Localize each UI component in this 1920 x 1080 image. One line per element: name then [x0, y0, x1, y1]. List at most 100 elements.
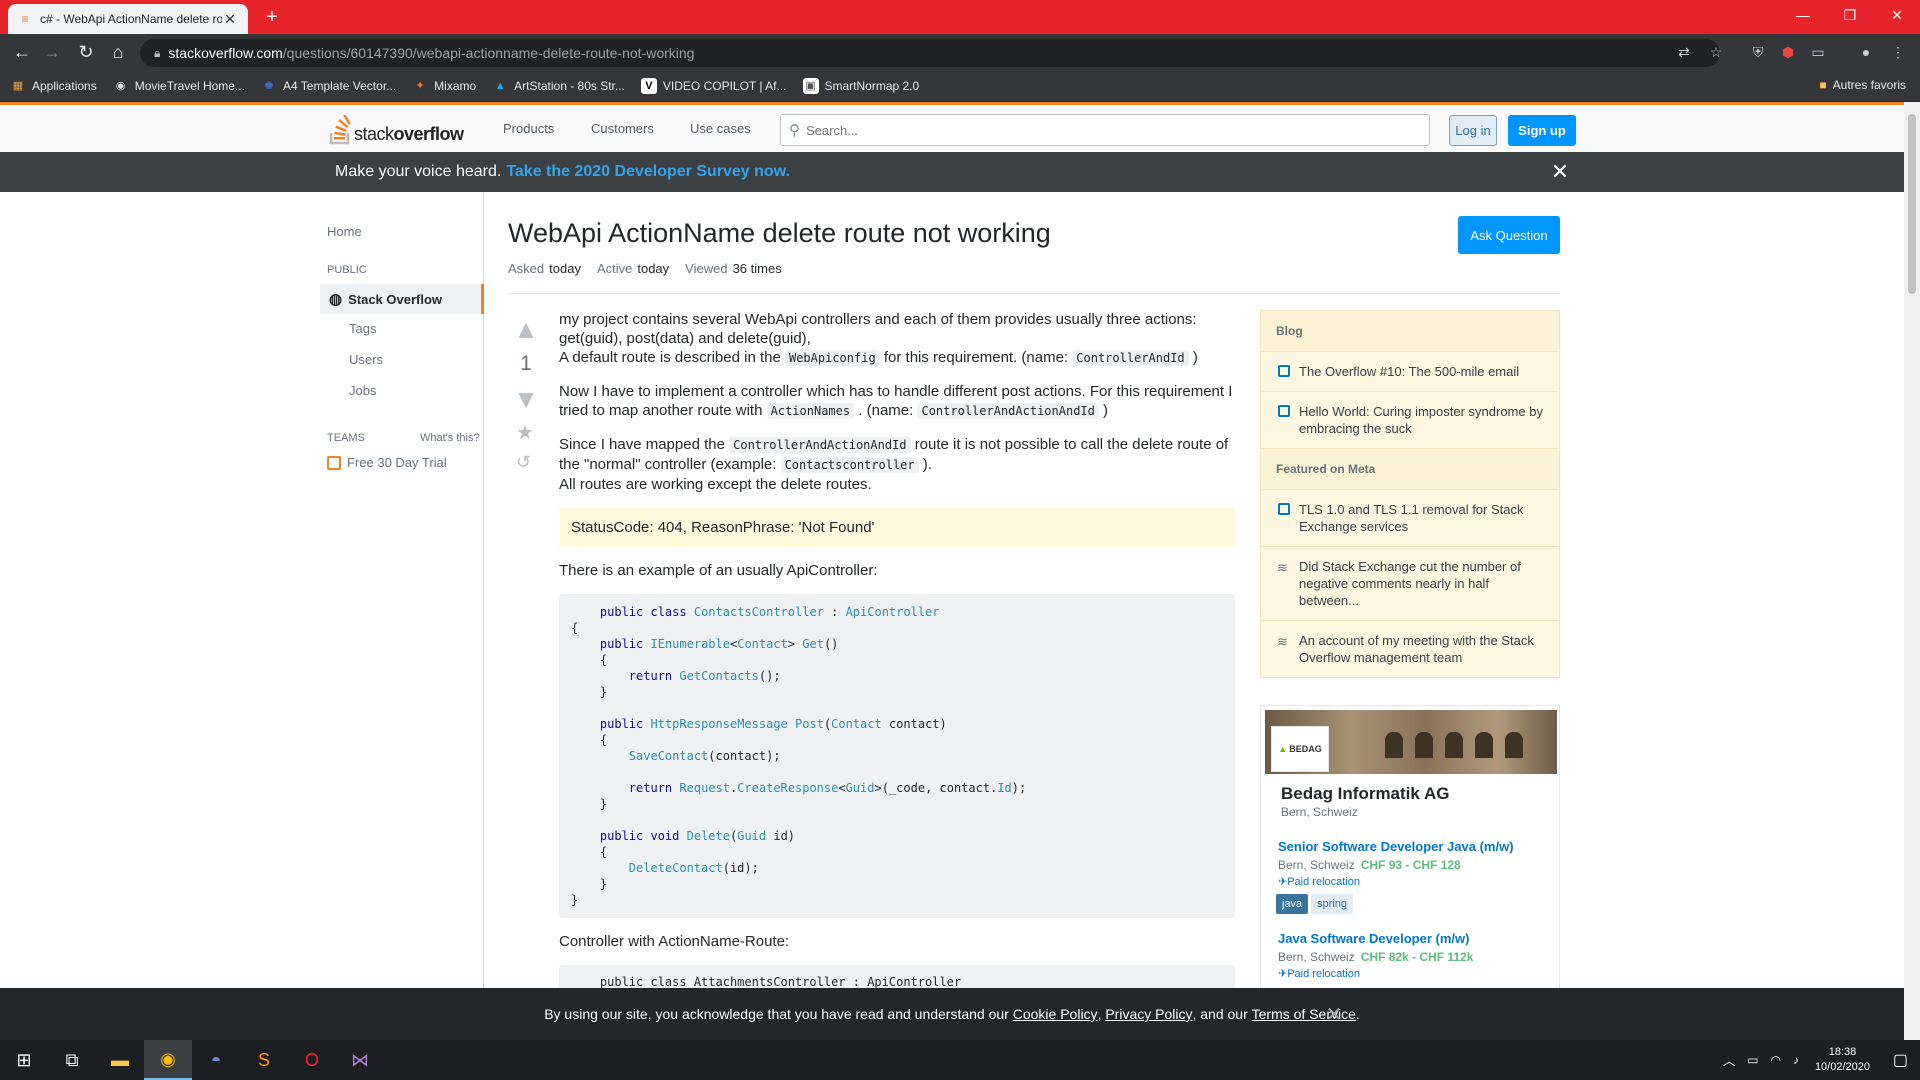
post-paragraph: Since I have mapped the ControllerAndAct… [559, 436, 1229, 493]
visual-studio-icon[interactable]: ⋈ [336, 1040, 384, 1080]
reload-icon[interactable]: ↻ [72, 38, 100, 66]
code-block[interactable]: public class AttachmentsController : Api… [559, 965, 1235, 989]
free-trial-link[interactable]: Free 30 Day Trial [327, 455, 447, 470]
cast-icon[interactable]: ▭ [1808, 42, 1828, 62]
blog-widget: Blog The Overflow #10: The 500-mile emai… [1260, 310, 1560, 678]
cookie-close-icon[interactable]: ✕ [1322, 1002, 1346, 1026]
battery-icon[interactable]: ▭ [1747, 1053, 1758, 1067]
nav-products[interactable]: Products [503, 121, 554, 136]
clock[interactable]: 18:38 10/02/2020 [1815, 1045, 1870, 1075]
new-tab-icon[interactable]: + [260, 6, 284, 30]
bookmark-star-icon[interactable]: ☆ [1706, 42, 1726, 62]
cookie-policy-link[interactable]: Cookie Policy [1013, 1006, 1098, 1022]
meta-item[interactable]: TLS 1.0 and TLS 1.1 removal for Stack Ex… [1261, 490, 1559, 547]
meta-item[interactable]: ≋ Did Stack Exchange cut the number of n… [1261, 547, 1559, 621]
tab-close-icon[interactable]: ✕ [222, 11, 238, 28]
sublime-text-icon[interactable]: S [240, 1040, 288, 1080]
extension-icon[interactable]: ⛨ [1748, 42, 1768, 62]
search-input[interactable] [806, 122, 1429, 138]
relocation-icon: ✈︎ [1278, 968, 1288, 980]
free-trial-label: Free 30 Day Trial [347, 455, 447, 470]
browser-tab[interactable]: ≡ c# - WebApi ActionName delete route no… [8, 4, 248, 34]
nav-stack-overflow[interactable]: ◍ Stack Overflow [320, 284, 484, 314]
chrome-taskbar-icon[interactable]: ◉ [144, 1040, 192, 1080]
job-ad: ▲ BEDAG Bedag Informatik AG Bern, Schweiz… [1260, 705, 1560, 1025]
history-icon[interactable]: ↺ [516, 452, 531, 473]
active-value[interactable]: today [637, 261, 669, 276]
restore-icon[interactable]: ❐ [1827, 0, 1873, 30]
privacy-policy-link[interactable]: Privacy Policy [1105, 1006, 1192, 1022]
downvote-icon[interactable]: ▼ [510, 386, 542, 412]
banner-close-icon[interactable]: ✕ [1548, 160, 1572, 184]
job-relocation: ✈︎Paid relocation [1278, 876, 1360, 888]
favorite-star-icon[interactable]: ★ [516, 420, 534, 445]
inline-code: WebApiconfig [784, 350, 880, 366]
tag-java[interactable]: java [1276, 894, 1309, 914]
other-bookmarks[interactable]: ■ Autres favoris [1819, 78, 1906, 92]
home-icon[interactable]: ⌂ [104, 38, 132, 66]
blog-item[interactable]: Hello World: Curing imposter syndrome by… [1261, 392, 1559, 449]
stackoverflow-logo[interactable]: stackoverflow [328, 115, 464, 145]
code-block[interactable]: public class ContactsController : ApiCon… [559, 594, 1235, 918]
bookmark-item[interactable]: ◉ MovieTravel Home... [113, 78, 245, 94]
survey-link[interactable]: Take the 2020 Developer Survey now. [506, 163, 790, 181]
minimize-icon[interactable]: — [1780, 0, 1826, 30]
search-box[interactable]: ⚲ [780, 114, 1430, 146]
nav-users[interactable]: Users [349, 352, 383, 367]
question-title[interactable]: WebApi ActionName delete route not worki… [508, 218, 1051, 249]
login-button[interactable]: Log in [1449, 115, 1497, 146]
job-salary: CHF 82k - CHF 112k [1360, 950, 1474, 964]
nav-jobs[interactable]: Jobs [349, 383, 376, 398]
adblock-icon[interactable]: ⬢ [1778, 42, 1798, 62]
job-title[interactable]: Senior Software Developer Java (m/w) [1278, 839, 1514, 854]
job-title[interactable]: Java Software Developer (m/w) [1278, 931, 1469, 946]
notifications-icon[interactable]: ▢ [1893, 1050, 1908, 1070]
signup-button[interactable]: Sign up [1508, 115, 1576, 146]
ask-question-button[interactable]: Ask Question [1458, 216, 1560, 254]
file-explorer-icon[interactable]: ▬ [96, 1040, 144, 1080]
address-bar[interactable]: 🔒︎ stackoverflow.com /questions/60147390… [140, 39, 1720, 67]
tag-spring[interactable]: spring [1311, 894, 1353, 914]
tray-chevron-icon[interactable]: ︿ [1723, 1052, 1735, 1069]
teams-icon [327, 455, 341, 470]
wifi-icon[interactable]: ◠ [1770, 1053, 1780, 1067]
nav-use-cases[interactable]: Use cases [690, 121, 751, 136]
job-location: Bern, Schweiz CHF 82k - CHF 112k [1278, 950, 1474, 964]
task-view-icon[interactable]: ⧉ [48, 1040, 96, 1080]
windows-start-icon[interactable]: ⊞ [0, 1040, 48, 1080]
left-sidebar: Home PUBLIC ◍ Stack Overflow Tags Users … [320, 192, 484, 992]
window-close-icon[interactable]: ✕ [1874, 0, 1920, 30]
url-domain: stackoverflow.com [168, 45, 283, 61]
cookie-text: By using our site, you acknowledge that … [544, 1006, 1009, 1022]
company-location: Bern, Schweiz [1281, 805, 1358, 819]
bookmark-item[interactable]: ▦ Applications [10, 78, 97, 94]
upvote-icon[interactable]: ▲ [510, 316, 542, 342]
bookmark-item[interactable]: ▲ ArtStation - 80s Str... [492, 78, 625, 94]
bookmark-item[interactable]: ▣ SmartNormap 2.0 [802, 77, 919, 94]
blog-item[interactable]: The Overflow #10: The 500-mile email [1261, 352, 1559, 392]
globe-icon: ◍ [329, 291, 343, 308]
bookmark-item[interactable]: ✦ Mixamo [412, 78, 477, 94]
nav-stack-overflow-label: Stack Overflow [348, 291, 443, 307]
scrollbar-thumb[interactable] [1908, 114, 1916, 294]
page-scrollbar[interactable] [1904, 102, 1920, 1040]
relocation-icon: ✈︎ [1278, 876, 1288, 888]
nav-home[interactable]: Home [327, 224, 362, 239]
stackexchange-meta-icon: ≋ [1277, 634, 1288, 649]
profile-avatar-icon[interactable]: ● [1856, 42, 1876, 62]
bookmark-item[interactable]: V VIDEO COPILOT | Af... [640, 77, 787, 94]
menu-kebab-icon[interactable]: ⋮ [1888, 42, 1908, 62]
company-name[interactable]: Bedag Informatik AG [1281, 784, 1449, 804]
nav-tags[interactable]: Tags [349, 321, 376, 336]
bookmark-item[interactable]: ♚ A4 Template Vector... [261, 78, 396, 94]
translate-icon[interactable]: ⇄ [1674, 42, 1694, 62]
opera-icon[interactable]: O [288, 1040, 336, 1080]
nav-customers[interactable]: Customers [591, 121, 654, 136]
volume-icon[interactable]: ♪ [1793, 1053, 1799, 1067]
back-icon[interactable]: ← [8, 38, 36, 66]
discord-icon[interactable]: ◓ [192, 1040, 240, 1080]
meta-item[interactable]: ≋ An account of my meeting with the Stac… [1261, 621, 1559, 677]
forward-icon[interactable]: → [38, 38, 66, 66]
company-logo[interactable]: ▲ BEDAG [1271, 726, 1329, 772]
whats-this-link[interactable]: What's this? [420, 432, 480, 444]
